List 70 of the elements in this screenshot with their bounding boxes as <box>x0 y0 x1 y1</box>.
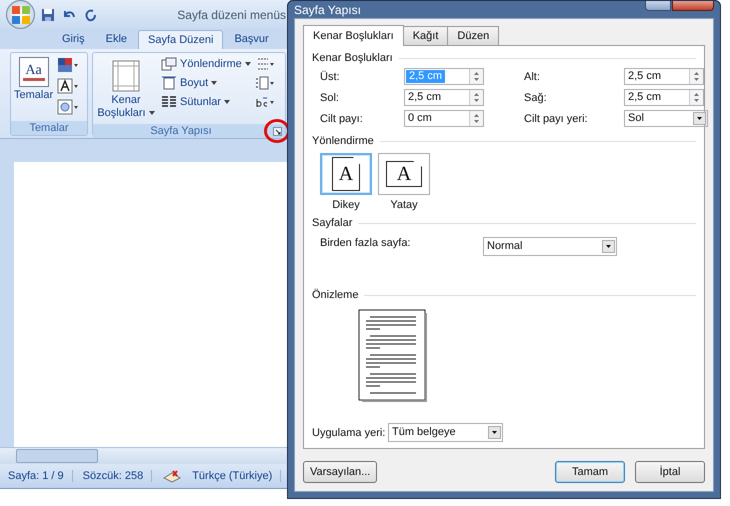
spin-field[interactable]: 2,5 cm <box>624 89 704 106</box>
section-heading: Sayfalar <box>312 217 352 229</box>
page-icon: A <box>386 161 422 187</box>
field-label: Cilt payı: <box>320 112 364 124</box>
spin-arrows-icon[interactable] <box>689 90 703 105</box>
hyphenation-icon[interactable] <box>254 95 275 109</box>
spin-arrows-icon[interactable] <box>469 69 483 84</box>
spin-field[interactable]: 0 cm <box>404 110 484 127</box>
themes-icon: Aa <box>18 57 49 87</box>
ribbon-command[interactable]: Boyut <box>160 74 252 92</box>
page-icon: A <box>332 157 360 191</box>
redo-icon[interactable] <box>83 8 97 22</box>
caret-icon <box>244 62 251 66</box>
dialog-tab[interactable]: Kağıt <box>402 26 448 45</box>
help-button[interactable] <box>645 1 671 11</box>
line-numbers-icon[interactable] <box>254 76 275 90</box>
page-count[interactable]: Sayfa: 1 / 9 <box>8 470 73 482</box>
dialog-button[interactable]: İptal <box>635 461 705 483</box>
orientation-icon <box>161 57 177 71</box>
dialog-tab[interactable]: Kenar Boşlukları <box>303 25 404 46</box>
dialog-launcher-icon[interactable] <box>272 126 282 136</box>
columns-icon <box>161 95 177 109</box>
field-label: Cilt payı yeri: <box>524 112 589 124</box>
dialog-button[interactable]: Varsayılan... <box>303 461 378 483</box>
word-count[interactable]: Sözcük: 258 <box>82 470 152 482</box>
ribbon-command[interactable]: Sütunlar <box>160 93 252 111</box>
dropdown-field[interactable]: Normal <box>483 237 617 256</box>
group-label: Temalar <box>11 121 87 135</box>
field-label: Uygulama yeri: <box>312 426 386 438</box>
dropdown-field[interactable]: Sol <box>624 110 708 127</box>
field-label: Alt: <box>524 70 541 82</box>
themes-button[interactable]: Aa Temalar <box>13 55 54 103</box>
caret-icon <box>148 111 155 116</box>
horizontal-scrollbar[interactable] <box>0 447 290 464</box>
spin-field[interactable]: 2,5 cm <box>624 68 704 85</box>
dialog-tab[interactable]: Düzen <box>447 26 500 45</box>
field-label: Birden fazla sayfa: <box>320 237 412 249</box>
ribbon-command[interactable]: Yönlendirme <box>160 55 252 73</box>
margins-icon <box>112 60 140 92</box>
field-label: Sol: <box>320 92 340 104</box>
ribbon-tab[interactable]: Başvur <box>224 29 279 49</box>
margins-button[interactable]: Kenar Boşlukları <box>95 58 157 122</box>
theme-effects-icon[interactable] <box>57 99 80 115</box>
field-label: Üst: <box>320 70 341 82</box>
caret-icon <box>224 100 230 104</box>
ribbon-tab[interactable]: Sayfa Düzeni <box>138 30 224 49</box>
theme-colors-icon[interactable] <box>57 57 80 73</box>
field-label: Sağ: <box>524 92 548 104</box>
ribbon-tab[interactable]: Ekle <box>96 29 138 49</box>
language-status[interactable]: Türkçe (Türkiye) <box>192 470 282 482</box>
spin-field[interactable]: 2,5 cm <box>404 89 484 106</box>
dialog-button[interactable]: Tamam <box>555 461 625 483</box>
caret-icon <box>211 81 218 85</box>
save-icon[interactable] <box>41 8 55 22</box>
dialog-title: Sayfa Yapısı <box>294 2 361 16</box>
page-size-icon <box>161 76 177 90</box>
spin-arrows-icon[interactable] <box>689 69 703 84</box>
section-heading: Kenar Boşlukları <box>312 52 393 64</box>
dropdown-field[interactable]: Tüm belgeye <box>388 423 503 442</box>
close-button[interactable] <box>672 1 714 11</box>
window-title: Sayfa düzeni menüs <box>177 8 287 22</box>
proofing-icon[interactable] <box>162 469 182 483</box>
theme-fonts-icon[interactable] <box>57 78 80 94</box>
office-button[interactable] <box>6 0 35 29</box>
section-heading: Önizleme <box>312 289 358 301</box>
spin-arrows-icon[interactable] <box>469 90 483 105</box>
spin-arrows-icon[interactable] <box>469 111 483 126</box>
section-heading: Yönlendirme <box>312 135 374 147</box>
office-logo-icon <box>10 4 32 26</box>
ribbon-tab[interactable]: Giriş <box>52 29 95 49</box>
